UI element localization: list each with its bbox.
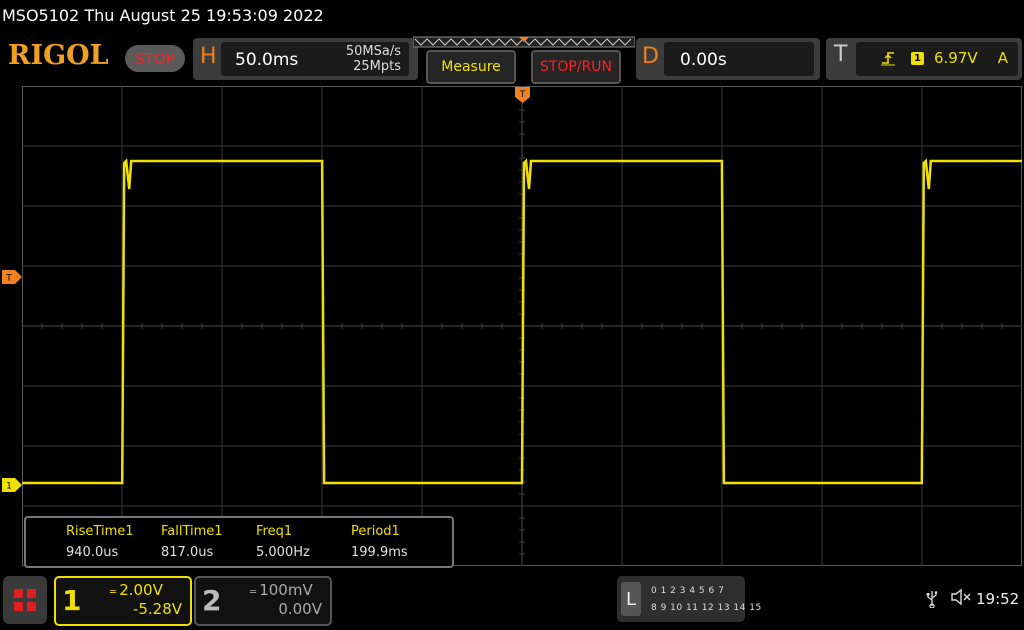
meas-value-fall: 817.0us [161,545,214,560]
trigger-label: T [834,42,848,67]
meas-header-freq: Freq1 [256,524,293,539]
memory-depth: 25Mpts [353,59,401,74]
waveform-display[interactable] [22,86,1022,566]
ch2-settings[interactable]: 2 ═ 100mV 0.00V [194,576,332,626]
logic-analyzer-panel[interactable]: L 0 1 2 3 4 5 6 7 8 9 10 11 12 13 14 15 [617,576,761,622]
ch1-scale: ═ 2.00V [110,581,163,599]
main-menu-button[interactable] [3,576,47,624]
delay-panel[interactable]: D 0.00s [636,38,820,80]
la-channels-row1: 0 1 2 3 4 5 6 7 [651,586,725,596]
ch1-settings[interactable]: 1 ═ 2.00V -5.28V [54,576,192,626]
trigger-source-badge: 1 [911,52,924,65]
meas-header-period: Period1 [351,524,400,539]
horizontal-label: H [200,44,217,69]
stop-run-button[interactable]: STOP/RUN [531,50,621,84]
delay-label: D [642,44,659,69]
title-bar: MSO5102 Thu August 25 19:53:09 2022 [2,6,324,25]
clock: 19:52 [976,590,1020,608]
ch2-offset: 0.00V [278,600,322,618]
trigger-position-marker[interactable]: T [515,87,530,109]
memory-position-strip [413,36,635,48]
la-label: L [621,582,641,616]
svg-text:T: T [519,90,526,100]
speaker-muted-icon[interactable] [950,588,972,610]
ch1-offset: -5.28V [132,600,182,618]
trigger-panel[interactable]: T 1 6.97V A [826,38,1022,80]
rising-edge-icon [881,52,895,66]
rigol-logo: RIGOL [8,40,109,71]
ch1-number: 1 [62,584,82,617]
trigger-level-marker[interactable]: T [2,270,22,284]
svg-text:1: 1 [6,482,12,492]
trigger-mode: A [997,49,1008,67]
ch2-number: 2 [202,584,222,617]
ch1-offset-marker[interactable]: 1 [2,478,22,492]
trigger-level: 6.97V [934,49,978,67]
meas-header-fall: FallTime1 [161,524,223,539]
dc-coupling-icon: ═ [110,587,120,598]
sample-info: 50MSa/s 25Mpts [346,44,401,74]
usb-icon [926,590,938,612]
delay-value: 0.00s [680,50,727,70]
run-state-badge[interactable]: STOP [125,45,185,72]
sample-rate: 50MSa/s [345,44,401,59]
timebase-scale: 50.0ms [235,50,299,70]
la-channels-row2: 8 9 10 11 12 13 14 15 [651,603,762,613]
ch2-scale: ═ 100mV [250,581,313,599]
meas-value-rise: 940.0us [66,545,119,560]
meas-value-freq: 5.000Hz [256,545,310,560]
measure-button[interactable]: Measure [426,50,516,84]
horizontal-panel[interactable]: H 50.0ms 50MSa/s 25Mpts [193,38,418,80]
grid-menu-icon [14,589,36,611]
svg-text:T: T [5,274,12,284]
measurement-table[interactable]: RiseTime1 FallTime1 Freq1 Period1 940.0u… [24,516,454,568]
dc-coupling-icon: ═ [250,587,260,598]
meas-header-rise: RiseTime1 [66,524,134,539]
meas-value-period: 199.9ms [351,545,408,560]
